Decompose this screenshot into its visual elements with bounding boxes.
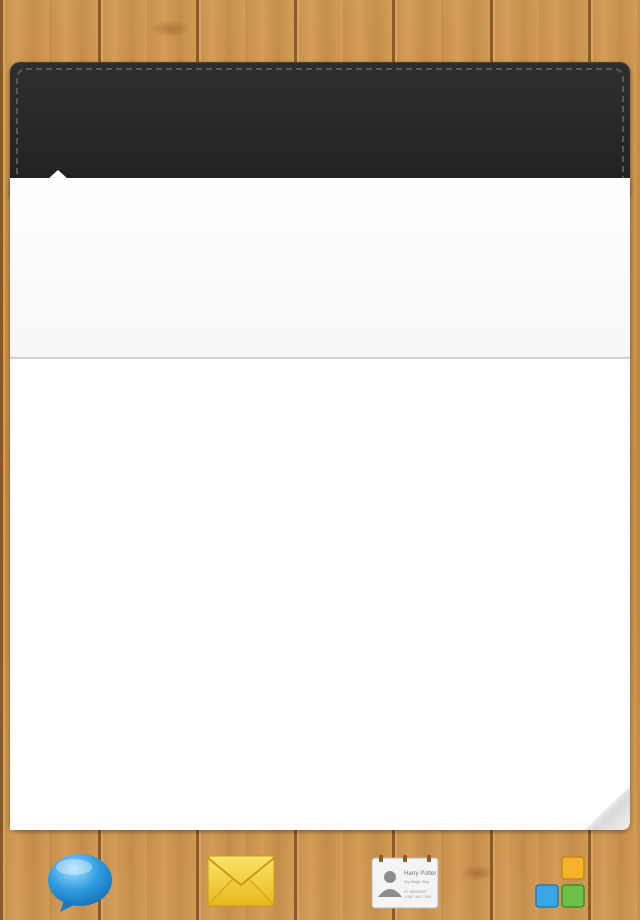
contact-card-icon[interactable]: Harry Potter My Magic Boy 07 86960827 1 … [371,855,439,909]
wood-knot [150,20,190,38]
contact-name: Harry Potter [404,871,437,877]
envelope-icon[interactable] [207,855,275,909]
chat-bubble-icon[interactable] [46,852,114,912]
paper-sheet [10,178,630,830]
contact-line2: 1 587 462 7951 [404,894,432,899]
header-panel [10,178,630,359]
app-grid-icon[interactable] [532,855,590,911]
contact-subtitle: My Magic Boy [404,879,430,884]
wood-knot [460,865,496,881]
content-area [10,359,630,830]
